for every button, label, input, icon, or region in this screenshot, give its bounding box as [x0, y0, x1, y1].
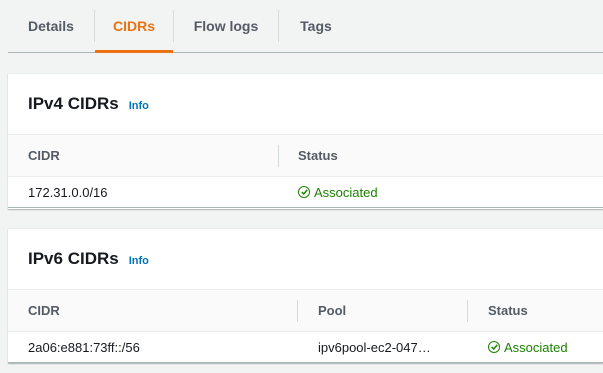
status-label: Associated	[504, 339, 568, 355]
tab-details[interactable]: Details	[8, 0, 94, 52]
tab-cidrs[interactable]: CIDRs	[95, 0, 173, 53]
table-header: CIDR Status	[8, 135, 603, 177]
column-header-status[interactable]: Status	[298, 135, 338, 176]
pool-cell: ipv6pool-ec2-047…	[318, 339, 431, 355]
table-header: CIDR Pool Status	[8, 290, 603, 332]
status-positive-icon	[298, 186, 310, 198]
panel-header: IPv4 CIDRs Info	[8, 74, 603, 135]
column-divider[interactable]	[297, 300, 298, 322]
status-positive-icon	[488, 341, 500, 353]
panel-title: IPv4 CIDRs	[28, 94, 119, 113]
tab-tags[interactable]: Tags	[279, 0, 353, 52]
column-header-cidr[interactable]: CIDR	[28, 135, 60, 176]
status-cell: Associated	[488, 332, 568, 362]
info-link[interactable]: Info	[129, 100, 149, 112]
panel-title: IPv6 CIDRs	[28, 249, 119, 268]
table-row: 2a06:e881:73ff::/56 ipv6pool-ec2-047… As…	[8, 332, 603, 363]
cidr-cell: 172.31.0.0/16	[28, 184, 108, 200]
status-label: Associated	[314, 184, 378, 200]
tab-flow-logs[interactable]: Flow logs	[174, 0, 278, 52]
panel-header: IPv6 CIDRs Info	[8, 229, 603, 290]
column-divider[interactable]	[467, 300, 468, 322]
column-divider[interactable]	[278, 145, 279, 167]
column-header-status[interactable]: Status	[488, 290, 528, 331]
table-row: 172.31.0.0/16 Associated	[8, 177, 603, 208]
status-cell: Associated	[298, 177, 378, 207]
column-header-pool[interactable]: Pool	[318, 290, 346, 331]
ipv4-cidrs-panel: IPv4 CIDRs Info CIDR Status 172.31.0.0/1…	[8, 73, 603, 209]
column-header-cidr[interactable]: CIDR	[28, 290, 60, 331]
cidr-cell: 2a06:e881:73ff::/56	[28, 339, 140, 355]
tab-bar: Details CIDRs Flow logs Tags	[8, 0, 603, 53]
ipv6-cidrs-panel: IPv6 CIDRs Info CIDR Pool Status 2a06:e8…	[8, 228, 603, 363]
info-link[interactable]: Info	[129, 255, 149, 267]
